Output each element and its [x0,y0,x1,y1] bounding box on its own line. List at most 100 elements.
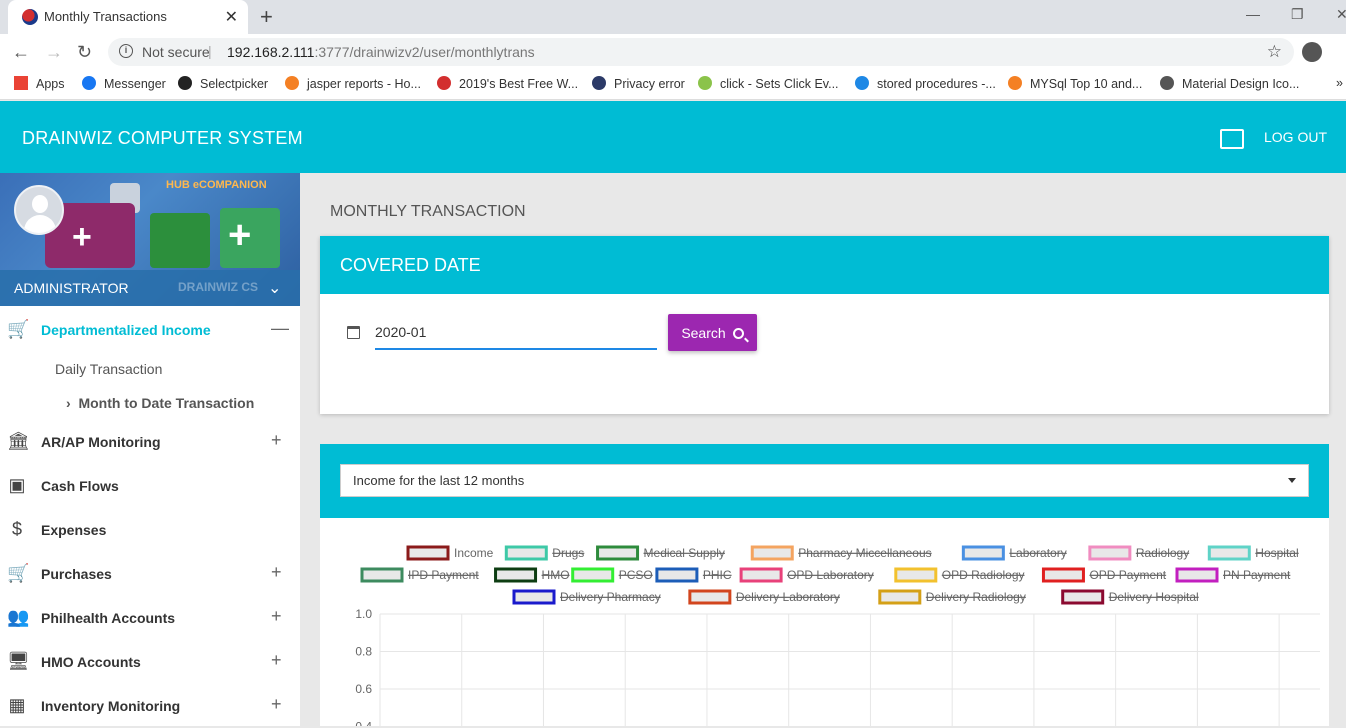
card-header: COVERED DATE [320,236,1329,294]
tab-close-icon[interactable]: ✕ [225,7,238,27]
legend-item[interactable]: IPD Payment [360,567,479,583]
sidebar-item-purchases[interactable]: 🛒 Purchases + [0,552,300,596]
sidebar-item-label: Philhealth Accounts [41,610,176,626]
banner-title: HUB eCOMPANION [166,179,267,191]
search-button[interactable]: Search [668,314,757,351]
bookmark-item[interactable]: click - Sets Click Ev... [698,76,839,91]
avatar[interactable] [14,185,64,235]
sidebar-subitem-month-to-date[interactable]: › Month to Date Transaction [66,395,254,411]
sidebar-item-label: Departmentalized Income [41,322,211,338]
legend-item[interactable]: Delivery Hospital [1061,589,1199,605]
collapse-icon[interactable]: — [271,318,289,339]
minimize-icon[interactable]: — [1246,6,1260,22]
legend-swatch [655,567,699,583]
bookmark-item[interactable]: stored procedures -... [855,76,996,91]
legend-swatch [596,545,640,561]
legend-item[interactable]: Pharmacy Miccellaneous [750,545,932,561]
legend-swatch [571,567,615,583]
bookmark-item[interactable]: jasper reports - Ho... [285,76,421,91]
legend-item[interactable]: Medical Supply [596,545,725,561]
legend-item[interactable]: Delivery Pharmacy [512,589,661,605]
legend-label: Delivery Pharmacy [560,590,661,604]
security-label[interactable]: Not secure [142,44,210,60]
bookmark-item[interactable]: Selectpicker [178,76,268,91]
legend-label: Laboratory [1009,546,1066,560]
avatar-body [24,215,56,233]
sidebar-item-label: Purchases [41,566,112,582]
legend-swatch [688,589,732,605]
back-arrow-icon[interactable]: ← [12,42,30,63]
sidebar-item-cash-flows[interactable]: ▣ Cash Flows [0,464,300,508]
expand-icon[interactable]: + [271,562,282,583]
bookmark-star-icon[interactable]: ☆ [1267,42,1282,62]
bookmark-label: click - Sets Click Ev... [720,77,839,91]
legend-swatch [1088,545,1132,561]
legend-item[interactable]: OPD Payment [1041,567,1167,583]
sidebar-item-label: Cash Flows [41,478,119,494]
reload-icon[interactable]: ↻ [77,42,92,63]
bookmark-label: jasper reports - Ho... [307,77,421,91]
bookmark-label: Material Design Ico... [1182,77,1300,91]
avatar-head [32,195,48,213]
legend-item[interactable]: OPD Laboratory [739,567,874,583]
legend-item[interactable]: Delivery Laboratory [688,589,840,605]
search-icon [732,327,744,339]
expand-icon[interactable]: + [271,694,282,715]
bookmark-item[interactable]: MYSql Top 10 and... [1008,76,1142,91]
browser-menu-icon[interactable]: ⋮ [1338,42,1346,63]
legend-item[interactable]: Laboratory [961,545,1067,561]
legend-item[interactable]: PCSO [571,567,653,583]
account-icon[interactable] [1302,42,1322,62]
legend-item[interactable]: HMO [494,567,570,583]
sidebar-item-label: Expenses [41,522,107,538]
new-tab-button[interactable]: + [260,4,273,30]
sidebar-item-hmo-accounts[interactable]: 🖥 HMO Accounts + [0,640,300,684]
browser-tab[interactable]: Monthly Transactions ✕ [8,0,248,34]
legend-item[interactable]: Drugs [504,545,584,561]
legend-label: Delivery Radiology [926,590,1026,604]
legend-item[interactable]: Delivery Radiology [878,589,1026,605]
window-close-icon[interactable]: ✕ [1336,6,1346,23]
legend-swatch [1041,567,1085,583]
legend-item[interactable]: PHIC [655,567,732,583]
expand-icon[interactable]: + [271,430,282,451]
url-path: :3777/drainwizv2/user/monthlytrans [314,44,535,60]
chevron-down-icon[interactable]: ⌄ [268,278,281,298]
sidebar-item-departmentalized-income[interactable]: 🛒 Departmentalized Income — [0,308,300,352]
sidebar-item-inventory-monitoring[interactable]: ▦ Inventory Monitoring + [0,684,300,728]
expand-icon[interactable]: + [271,606,282,627]
sidebar-subitem-daily-transaction[interactable]: Daily Transaction [55,361,162,377]
expand-icon[interactable]: + [271,650,282,671]
bookmark-item[interactable]: Apps [14,76,65,91]
legend-item[interactable]: Radiology [1088,545,1189,561]
bookmark-favicon-icon [698,76,712,90]
bookmark-item[interactable]: Messenger [82,76,166,91]
sidebar-item-label: Inventory Monitoring [41,698,181,714]
legend-item[interactable]: Income [406,545,494,561]
range-select[interactable]: Income for the last 12 months [340,464,1309,497]
legend-item[interactable]: Hospital [1207,545,1299,561]
legend-item[interactable]: PN Payment [1175,567,1291,583]
date-field[interactable] [375,316,657,350]
sidebar-item-expenses[interactable]: $ Expenses [0,508,300,552]
user-role: ADMINISTRATOR [14,280,129,296]
address-toolbar: ← → ↻ i Not secure | 192.168.2.111:3777/… [0,34,1346,70]
legend-label: HMO [542,568,570,582]
box-icon: ▦ [8,695,26,715]
bookmark-item[interactable]: Privacy error [592,76,685,91]
legend-item[interactable]: OPD Radiology [894,567,1025,583]
card-title: COVERED DATE [340,255,481,275]
sidebar-item-ar-ap-monitoring[interactable]: 🏛 AR/AP Monitoring + [0,420,300,464]
sidebar-item-philhealth-accounts[interactable]: 👥 Philhealth Accounts + [0,596,300,640]
url-bar[interactable]: i Not secure | 192.168.2.111:3777/drainw… [108,38,1294,66]
bookmark-item[interactable]: Material Design Ico... [1160,76,1299,91]
forward-arrow-icon[interactable]: → [45,42,63,63]
bank-icon: 🏛 [7,431,30,451]
restore-icon[interactable]: ❐ [1291,6,1304,23]
user-role-bar[interactable]: ADMINISTRATOR DRAINWIZ CS ⌄ [0,270,300,306]
legend-swatch [1061,589,1105,605]
info-icon[interactable]: i [119,44,133,58]
bookmarks-overflow-icon[interactable]: » [1336,76,1343,90]
url-text[interactable]: 192.168.2.111:3777/drainwizv2/user/month… [227,44,535,60]
bookmark-item[interactable]: 2019's Best Free W... [437,76,578,91]
